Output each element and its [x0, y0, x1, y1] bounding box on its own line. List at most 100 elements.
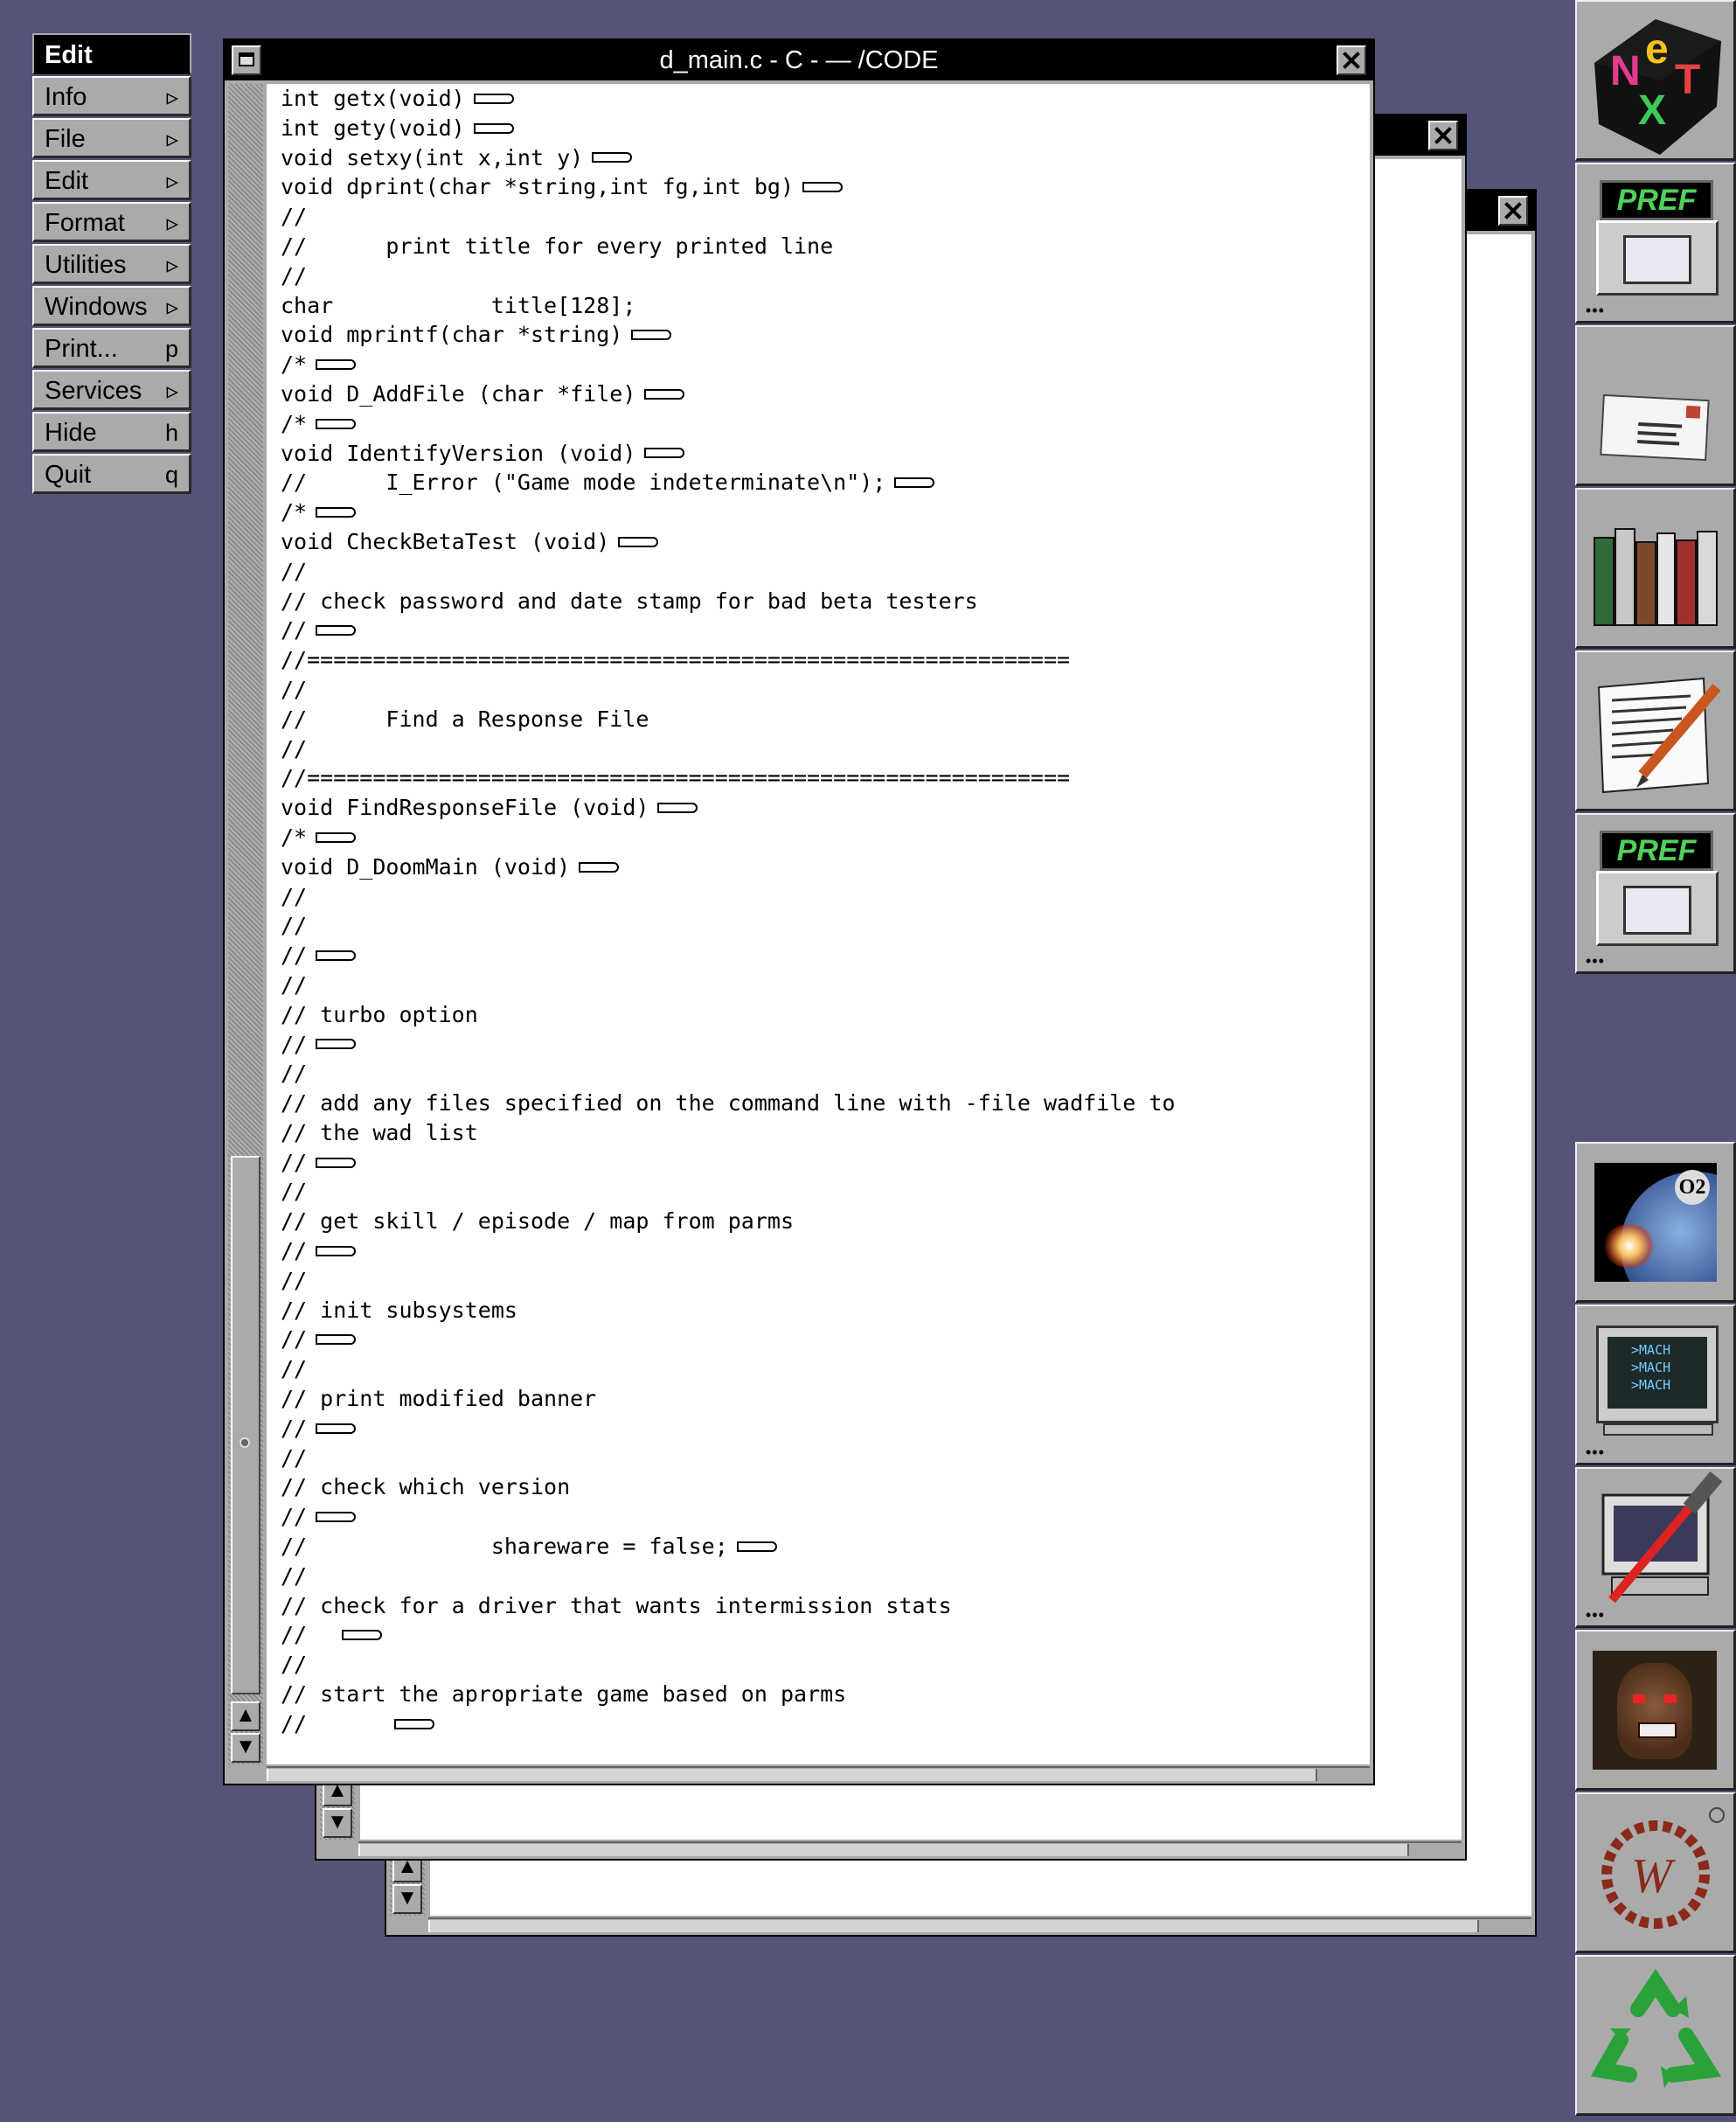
fold-marker-icon[interactable] — [894, 477, 935, 489]
fold-marker-icon[interactable] — [316, 1245, 357, 1256]
fold-marker-icon[interactable] — [579, 861, 620, 873]
code-line[interactable]: // — [281, 1709, 1176, 1739]
menu-item-quit[interactable]: Quit q — [32, 454, 191, 494]
menu-item-edit[interactable]: Edit ▹ — [32, 160, 191, 200]
code-line[interactable]: // Find a Response File — [281, 705, 1176, 734]
code-line[interactable]: // print modified banner — [281, 1384, 1176, 1414]
code-line[interactable]: void setxy(int x,int y) — [281, 143, 1176, 173]
fold-marker-icon[interactable] — [657, 803, 698, 814]
back-window-1-hscroll[interactable] — [358, 1841, 1462, 1857]
editor-hscroll[interactable] — [267, 1766, 1370, 1782]
close-icon[interactable] — [1498, 196, 1528, 226]
code-line[interactable]: // — [281, 1030, 1176, 1060]
code-line[interactable]: // — [281, 675, 1176, 705]
code-line[interactable]: // — [281, 1562, 1176, 1591]
code-line[interactable]: // check for a driver that wants intermi… — [281, 1591, 1176, 1621]
code-line[interactable]: void D_AddFile (char *file) — [281, 379, 1176, 409]
fold-marker-icon[interactable] — [473, 93, 514, 104]
code-line[interactable]: // — [281, 911, 1176, 941]
fold-marker-icon[interactable] — [316, 1039, 357, 1050]
fold-marker-icon[interactable] — [618, 536, 659, 547]
code-line[interactable]: // — [281, 1354, 1176, 1384]
back-window-2-hscroll[interactable] — [428, 1917, 1531, 1933]
code-line[interactable]: // — [281, 1650, 1176, 1680]
code-line[interactable]: // check which version — [281, 1472, 1176, 1502]
code-line[interactable]: /* — [281, 350, 1176, 379]
code-line[interactable]: // add any files specified on the comman… — [281, 1089, 1176, 1118]
dock-terminal[interactable]: >MACH >MACH >MACH ••• — [1575, 1305, 1736, 1465]
menu-title[interactable]: Edit — [32, 33, 191, 74]
code-line[interactable]: // — [281, 1236, 1176, 1266]
code-line[interactable]: /* — [281, 409, 1176, 439]
fold-marker-icon[interactable] — [736, 1541, 777, 1552]
code-line[interactable]: // start the apropriate game based on pa… — [281, 1680, 1176, 1709]
dock-mail[interactable] — [1575, 325, 1736, 486]
dock-edit[interactable] — [1575, 651, 1736, 811]
code-line[interactable]: // — [281, 734, 1176, 764]
code-line[interactable]: // — [281, 557, 1176, 587]
code-line[interactable]: // the wad list — [281, 1118, 1176, 1148]
code-line[interactable]: /* — [281, 497, 1176, 527]
code-line[interactable]: // — [281, 971, 1176, 1000]
fold-marker-icon[interactable] — [316, 1423, 357, 1434]
fold-marker-icon[interactable] — [316, 950, 357, 961]
code-line[interactable]: void mprintf(char *string) — [281, 320, 1176, 350]
editor-scrollbar[interactable]: ▲ ▼ — [228, 84, 263, 1764]
code-line[interactable]: //======================================… — [281, 645, 1176, 675]
code-line[interactable]: int getx(void) — [281, 84, 1176, 114]
dock-preferences-1[interactable]: PREF ••• — [1575, 163, 1736, 324]
code-line[interactable]: // turbo option — [281, 1000, 1176, 1030]
dock-doom[interactable] — [1575, 1630, 1736, 1791]
dock-librarian[interactable] — [1575, 488, 1736, 649]
scroll-up-arrow-icon[interactable]: ▲ — [231, 1701, 260, 1731]
fold-marker-icon[interactable] — [316, 507, 357, 518]
code-line[interactable]: char title[128]; — [281, 291, 1176, 321]
code-line[interactable]: // — [281, 1620, 1176, 1650]
code-line[interactable]: void dprint(char *string,int fg,int bg) — [281, 172, 1176, 202]
scroll-down-arrow-icon[interactable]: ▼ — [323, 1808, 352, 1838]
fold-marker-icon[interactable] — [316, 359, 357, 371]
fold-marker-icon[interactable] — [316, 1512, 357, 1523]
code-line[interactable]: // init subsystems — [281, 1296, 1176, 1325]
menu-item-info[interactable]: Info ▹ — [32, 76, 191, 116]
code-line[interactable]: // I_Error ("Game mode indeterminate\n")… — [281, 468, 1176, 497]
dock-project-builder[interactable]: ••• — [1575, 1467, 1736, 1628]
code-line[interactable]: // — [281, 1325, 1176, 1354]
code-line[interactable]: // — [281, 1414, 1176, 1444]
fold-marker-icon[interactable] — [342, 1630, 383, 1641]
editor-window[interactable]: d_main.c - C - — /CODE ▲ ▼ int getx(void… — [223, 38, 1375, 1785]
fold-marker-icon[interactable] — [316, 831, 357, 843]
fold-marker-icon[interactable] — [316, 1334, 357, 1346]
editor-text[interactable]: int getx(void) int gety(void) void setxy(i… — [267, 84, 1370, 1764]
fold-marker-icon[interactable] — [644, 388, 685, 400]
code-line[interactable]: // — [281, 1059, 1176, 1089]
dock-writenow[interactable]: W — [1575, 1792, 1736, 1953]
code-line[interactable]: void IdentifyVersion (void) — [281, 439, 1176, 469]
fold-marker-icon[interactable] — [473, 122, 514, 134]
scroll-down-arrow-icon[interactable]: ▼ — [392, 1884, 422, 1914]
code-line[interactable]: void FindResponseFile (void) — [281, 793, 1176, 823]
code-line[interactable]: // — [281, 1148, 1176, 1178]
menu-item-services[interactable]: Services ▹ — [32, 370, 191, 410]
code-line[interactable]: // — [281, 941, 1176, 971]
code-line[interactable]: void CheckBetaTest (void) — [281, 527, 1176, 557]
menu-item-utilities[interactable]: Utilities ▹ — [32, 244, 191, 284]
dock-recycler[interactable] — [1575, 1955, 1736, 2116]
fold-marker-icon[interactable] — [316, 1157, 357, 1168]
fold-marker-icon[interactable] — [316, 625, 357, 637]
menu-item-hide[interactable]: Hide h — [32, 412, 191, 452]
scroll-down-arrow-icon[interactable]: ▼ — [231, 1733, 260, 1763]
dock-preferences-2[interactable]: PREF ••• — [1575, 813, 1736, 974]
code-line[interactable]: // — [281, 261, 1176, 291]
menu-item-file[interactable]: File ▹ — [32, 118, 191, 158]
dock-next-logo[interactable]: N e X T — [1575, 0, 1736, 161]
menu-item-format[interactable]: Format ▹ — [32, 202, 191, 242]
fold-marker-icon[interactable] — [631, 330, 672, 341]
fold-marker-icon[interactable] — [592, 152, 633, 163]
fold-marker-icon[interactable] — [394, 1718, 435, 1729]
fold-marker-icon[interactable] — [316, 418, 357, 429]
close-icon[interactable] — [1337, 45, 1366, 75]
menu-item-print[interactable]: Print... p — [32, 328, 191, 368]
code-line[interactable]: //======================================… — [281, 763, 1176, 793]
close-icon[interactable] — [1428, 121, 1458, 150]
